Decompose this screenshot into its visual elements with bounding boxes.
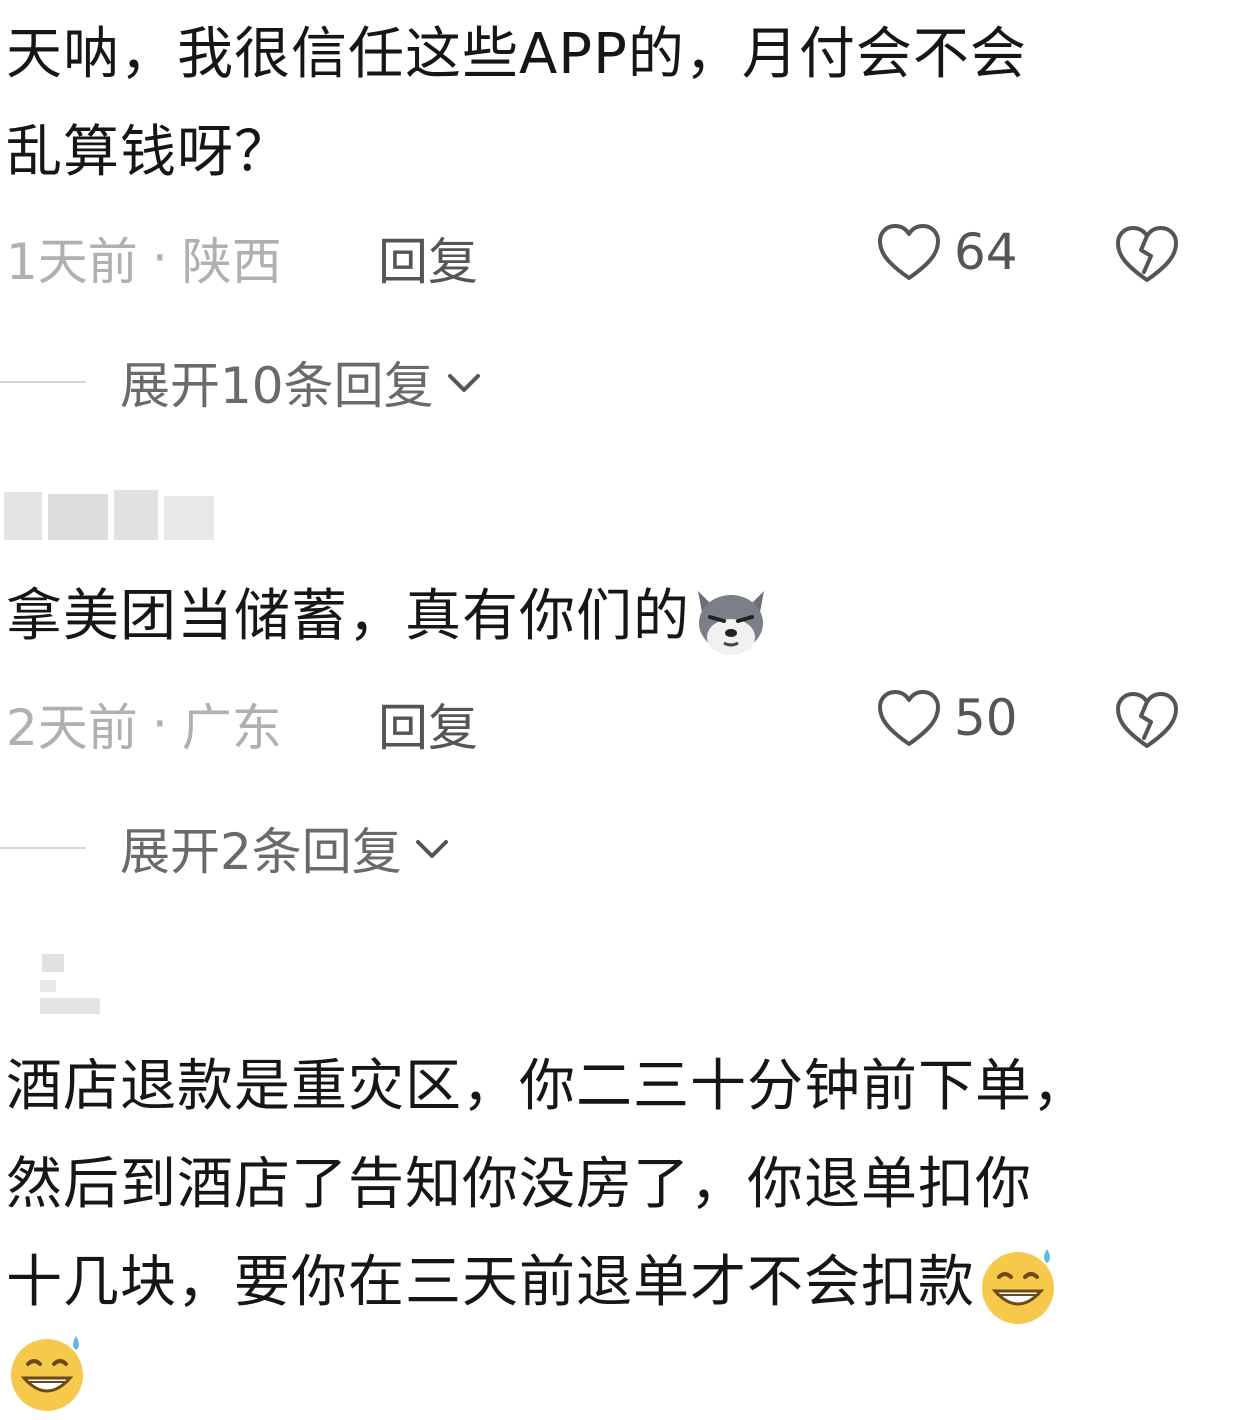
comment-1-line-1: 天呐，我很信任这些APP的，月付会不会 [6, 22, 1027, 87]
comment-2-like-button[interactable]: 50 [876, 688, 1018, 748]
username-redacted [40, 954, 100, 1014]
heart-icon [878, 224, 940, 280]
grinning-sweat-emoji [11, 1336, 83, 1411]
username-redacted [4, 490, 214, 540]
divider-line [0, 847, 86, 849]
broken-heart-icon [1116, 692, 1178, 748]
comment-1-dislike-button[interactable] [1114, 224, 1180, 288]
expand-label: 展开10条回复 [120, 357, 434, 415]
comment-2-text: 拿美团当储蓄，真有你们的 [6, 568, 772, 666]
comment-2-like-count: 50 [954, 689, 1018, 747]
expand-label: 展开2条回复 [120, 823, 402, 881]
comment-3-line-2: 然后到酒店了告知你没房了，你退单扣你 [6, 1152, 1032, 1217]
grinning-sweat-emoji-2 [4, 1330, 90, 1420]
comment-1-reply-button[interactable]: 回复 [378, 222, 478, 294]
comment-1-location: 陕西 [181, 233, 282, 291]
comment-1-meta: 1天前 · 陕西 [6, 222, 282, 294]
comment-1-line-2: 乱算钱呀？ [6, 120, 291, 185]
grinning-sweat-emoji [982, 1248, 1054, 1324]
comment-1-like-button[interactable]: 64 [876, 222, 1018, 282]
comment-2-expand-replies[interactable]: 展开2条回复 [0, 812, 452, 884]
comment-2-location: 广东 [181, 699, 282, 757]
broken-heart-icon [1116, 226, 1178, 282]
heart-icon [878, 690, 940, 746]
divider-line [0, 381, 86, 383]
comment-3-line-3-text: 十几块，要你在三天前退单才不会扣款 [6, 1250, 975, 1315]
chevron-down-icon [415, 840, 448, 858]
comment-2-time: 2天前 [6, 699, 138, 757]
chevron-down-icon [447, 374, 480, 392]
comment-1-like-count: 64 [954, 223, 1018, 281]
comment-2-meta: 2天前 · 广东 [6, 688, 282, 760]
meta-separator: · [151, 229, 168, 287]
comment-3-line-3: 十几块，要你在三天前退单才不会扣款 [6, 1234, 1061, 1332]
comment-1-expand-replies[interactable]: 展开10条回复 [0, 346, 484, 418]
wolf-face-emoji [698, 590, 764, 655]
comment-2-reply-button[interactable]: 回复 [378, 688, 478, 760]
comment-2-dislike-button[interactable] [1114, 690, 1180, 754]
comment-3-line-1: 酒店退款是重灾区，你二三十分钟前下单， [6, 1054, 1089, 1119]
comment-2-line-1: 拿美团当储蓄，真有你们的 [6, 584, 690, 649]
comment-1-time: 1天前 [6, 233, 138, 291]
meta-separator: · [151, 695, 168, 753]
